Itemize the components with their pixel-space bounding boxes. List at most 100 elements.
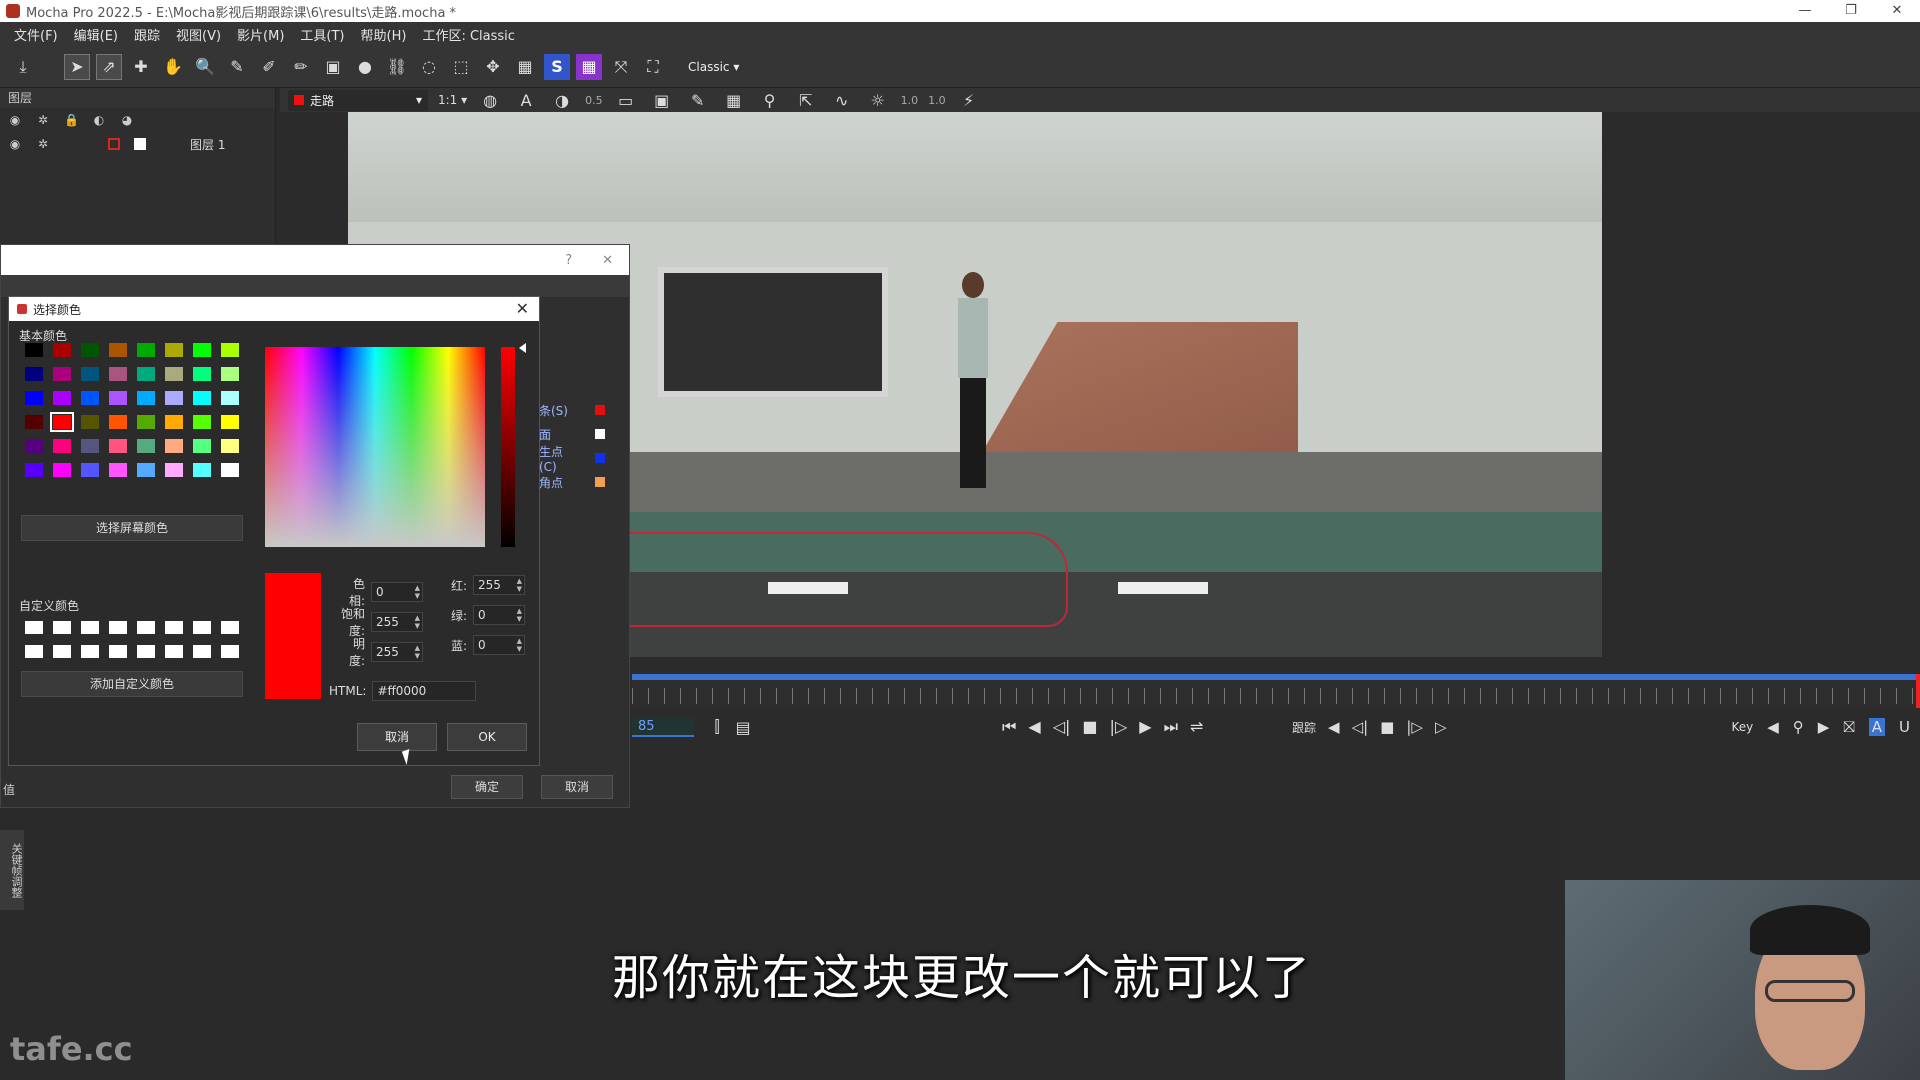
color-spectrum[interactable]: [265, 347, 485, 547]
gear-icon[interactable]: ✲: [36, 137, 50, 151]
basic-color-swatch[interactable]: [53, 391, 71, 405]
flash-icon[interactable]: ⚡: [956, 87, 982, 113]
out-point-icon[interactable]: ▤: [730, 714, 756, 740]
wave-icon[interactable]: ∿: [829, 87, 855, 113]
track-forward-icon[interactable]: ▷: [1435, 718, 1447, 736]
basic-color-swatch[interactable]: [50, 412, 74, 432]
next-key-icon[interactable]: ▶: [1818, 718, 1830, 736]
basic-color-swatch[interactable]: [137, 415, 155, 429]
basic-color-swatch[interactable]: [109, 415, 127, 429]
control-point-color-swatch[interactable]: [595, 453, 605, 463]
custom-color-swatch[interactable]: [81, 645, 99, 658]
custom-color-swatch[interactable]: [165, 645, 183, 658]
autokey-icon[interactable]: A: [1868, 718, 1886, 736]
add-key-icon[interactable]: ⚲: [1793, 718, 1804, 736]
alpha-icon[interactable]: A: [513, 87, 539, 113]
grid-tool-icon[interactable]: ▦: [512, 54, 538, 80]
basic-color-swatch[interactable]: [193, 463, 211, 477]
monitor-icon[interactable]: ▭: [613, 87, 639, 113]
basic-color-swatch[interactable]: [221, 415, 239, 429]
close-button[interactable]: ✕: [1874, 0, 1920, 22]
layers-view-icon[interactable]: ▣: [649, 87, 675, 113]
close-icon[interactable]: ✕: [516, 299, 529, 318]
prev-key-icon[interactable]: ◀: [1767, 718, 1779, 736]
track-back-icon[interactable]: ◀: [1328, 718, 1340, 736]
green-spinbox[interactable]: 0 ▲ ▼: [473, 605, 525, 625]
add-point-tool-icon[interactable]: ✚: [128, 54, 154, 80]
rect-tool-icon[interactable]: ▣: [320, 54, 346, 80]
spline-color-swatch[interactable]: [595, 405, 605, 415]
pick-screen-color-button[interactable]: 选择屏幕颜色: [21, 515, 243, 541]
surface-toggle-icon[interactable]: S: [544, 53, 570, 80]
hand-tool-icon[interactable]: ✋: [160, 54, 186, 80]
basic-color-swatch[interactable]: [221, 391, 239, 405]
frame-field[interactable]: 85: [632, 717, 694, 737]
menu-movie[interactable]: 影片(M): [229, 25, 292, 44]
basic-color-swatch[interactable]: [137, 391, 155, 405]
basic-color-swatch[interactable]: [109, 463, 127, 477]
menu-track[interactable]: 跟踪: [126, 25, 168, 44]
move-tool-icon[interactable]: ✥: [480, 54, 506, 80]
spin-arrows-icon[interactable]: ▲ ▼: [415, 644, 420, 660]
menu-tools[interactable]: 工具(T): [292, 25, 352, 44]
basic-color-swatch[interactable]: [137, 367, 155, 381]
brightness-icon[interactable]: ☼: [865, 87, 891, 113]
pin-icon[interactable]: ⚲: [757, 87, 783, 113]
basic-color-swatch[interactable]: [25, 415, 43, 429]
custom-color-swatch[interactable]: [193, 621, 211, 634]
custom-color-swatch[interactable]: [221, 645, 239, 658]
xspline-tool-icon[interactable]: ✎: [224, 54, 250, 80]
step-forward-icon[interactable]: |▷: [1110, 717, 1128, 737]
custom-color-swatch[interactable]: [81, 621, 99, 634]
menu-file[interactable]: 文件(F): [6, 25, 66, 44]
saturation-spinbox[interactable]: 255 ▲ ▼: [371, 612, 423, 632]
zoom-tool-icon[interactable]: 🔍: [192, 54, 218, 80]
basic-color-swatch[interactable]: [165, 367, 183, 381]
custom-color-swatch[interactable]: [109, 645, 127, 658]
color-icon[interactable]: ◕: [120, 113, 134, 127]
lasso-tool-icon[interactable]: ◌: [416, 54, 442, 80]
basic-color-swatch[interactable]: [193, 415, 211, 429]
basic-color-swatch[interactable]: [109, 439, 127, 453]
basic-color-swatch[interactable]: [137, 343, 155, 357]
timeline[interactable]: [632, 674, 1920, 708]
basic-color-swatch[interactable]: [53, 367, 71, 381]
menu-help[interactable]: 帮助(H): [353, 25, 415, 44]
luminance-slider-arrow[interactable]: [519, 343, 526, 353]
frame-icon[interactable]: ⛶: [640, 54, 666, 80]
basic-color-swatch[interactable]: [81, 415, 99, 429]
basic-color-swatch[interactable]: [25, 391, 43, 405]
spin-arrows-icon[interactable]: ▲ ▼: [517, 607, 522, 623]
timeline-range-bar[interactable]: [632, 674, 1920, 680]
basic-color-swatch[interactable]: [81, 343, 99, 357]
corner-color-row[interactable]: 角点: [539, 475, 605, 490]
timeline-playhead[interactable]: [1916, 674, 1920, 708]
cancel-button[interactable]: 取消: [357, 723, 437, 751]
grid-view-icon[interactable]: ▦: [721, 87, 747, 113]
custom-color-swatch[interactable]: [193, 645, 211, 658]
basic-color-swatch[interactable]: [193, 343, 211, 357]
gear-icon[interactable]: ✲: [36, 113, 50, 127]
red-spinbox[interactable]: 255 ▲ ▼: [473, 575, 525, 595]
track-stop-icon[interactable]: ■: [1380, 718, 1394, 736]
basic-color-swatch[interactable]: [25, 367, 43, 381]
basic-color-swatch[interactable]: [109, 343, 127, 357]
lock-icon[interactable]: 🔒: [64, 113, 79, 127]
ok-button[interactable]: OK: [447, 723, 527, 751]
contrast-value[interactable]: 1.0: [928, 94, 946, 107]
basic-color-swatch[interactable]: [53, 463, 71, 477]
surface-color-row[interactable]: 面: [539, 427, 605, 442]
custom-color-swatch[interactable]: [109, 621, 127, 634]
bezier-tool-icon[interactable]: ✐: [256, 54, 282, 80]
rgb-icon[interactable]: ◍: [477, 87, 503, 113]
custom-color-swatch[interactable]: [137, 645, 155, 658]
step-back-icon[interactable]: ◁|: [1053, 717, 1071, 737]
basic-color-swatch[interactable]: [165, 343, 183, 357]
delete-all-keys-icon[interactable]: ⛝: [1843, 718, 1854, 736]
basic-color-swatch[interactable]: [81, 439, 99, 453]
basic-color-swatch[interactable]: [165, 415, 183, 429]
help-icon[interactable]: ?: [565, 253, 572, 268]
spin-arrows-icon[interactable]: ▲ ▼: [415, 614, 420, 630]
track-step-back-icon[interactable]: ◁|: [1352, 718, 1369, 736]
basic-color-swatch[interactable]: [81, 463, 99, 477]
